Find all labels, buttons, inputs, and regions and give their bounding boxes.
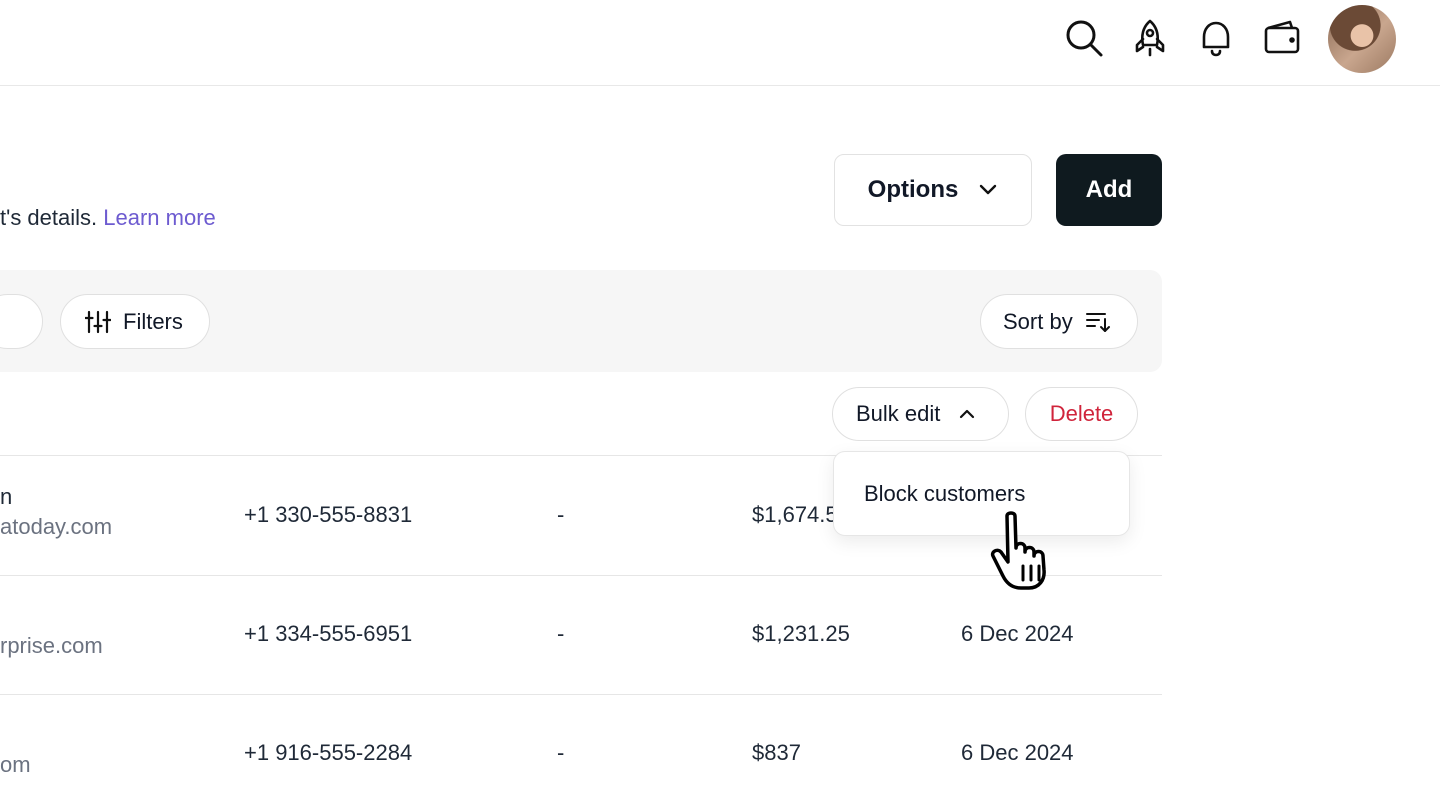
customer-phone: +1 916-555-2284	[244, 740, 413, 765]
customer-date: 6 Dec 2024	[961, 740, 1074, 765]
customer-col3: -	[557, 621, 565, 646]
sort-icon	[1085, 312, 1110, 332]
delete-button[interactable]: Delete	[1025, 387, 1138, 441]
customer-phone: +1 330-555-8831	[244, 502, 413, 527]
sort-by-button[interactable]: Sort by	[980, 294, 1138, 349]
filters-label: Filters	[123, 308, 183, 334]
customer-amount: $1,231.25	[752, 621, 850, 646]
customer-email: rprise.com	[0, 633, 103, 658]
chevron-up-icon	[960, 409, 975, 419]
bell-icon[interactable]	[1196, 18, 1236, 58]
customer-amount: $1,674.5	[752, 502, 838, 527]
description-text: t's details.	[0, 205, 98, 230]
bulk-edit-button[interactable]: Bulk edit	[832, 387, 1009, 441]
menu-item-block-customers[interactable]: Block customers	[864, 481, 1025, 507]
filters-button[interactable]: Filters	[60, 294, 210, 349]
chevron-down-icon	[980, 184, 997, 195]
sort-by-label: Sort by	[1003, 308, 1073, 334]
avatar[interactable]	[1328, 5, 1396, 73]
add-button[interactable]: Add	[1056, 154, 1162, 226]
wallet-icon[interactable]	[1262, 18, 1302, 58]
customer-name: n	[0, 484, 13, 509]
top-bar	[0, 0, 1440, 86]
rocket-icon[interactable]	[1130, 18, 1170, 58]
sliders-icon	[85, 310, 111, 333]
customer-col3: -	[557, 740, 565, 765]
options-button[interactable]: Options	[834, 154, 1032, 226]
page-description: t's details. Learn more	[0, 205, 216, 231]
row-divider	[0, 694, 1162, 695]
customer-amount: $837	[752, 740, 801, 765]
customer-email: om	[0, 752, 31, 777]
customer-phone: +1 334-555-6951	[244, 621, 413, 646]
customer-col3: -	[557, 502, 565, 527]
bulk-edit-menu: Block customers	[833, 451, 1130, 536]
learn-more-link[interactable]: Learn more	[103, 205, 216, 230]
customer-email: atoday.com	[0, 514, 113, 539]
search-input[interactable]	[0, 294, 43, 349]
customer-date: 6 Dec 2024	[961, 621, 1074, 646]
filter-bar: Filters Sort by	[0, 270, 1162, 372]
search-icon[interactable]	[1064, 18, 1104, 58]
options-label: Options	[867, 176, 959, 203]
bulk-edit-label: Bulk edit	[856, 401, 941, 426]
hand-cursor-icon	[990, 511, 1046, 590]
